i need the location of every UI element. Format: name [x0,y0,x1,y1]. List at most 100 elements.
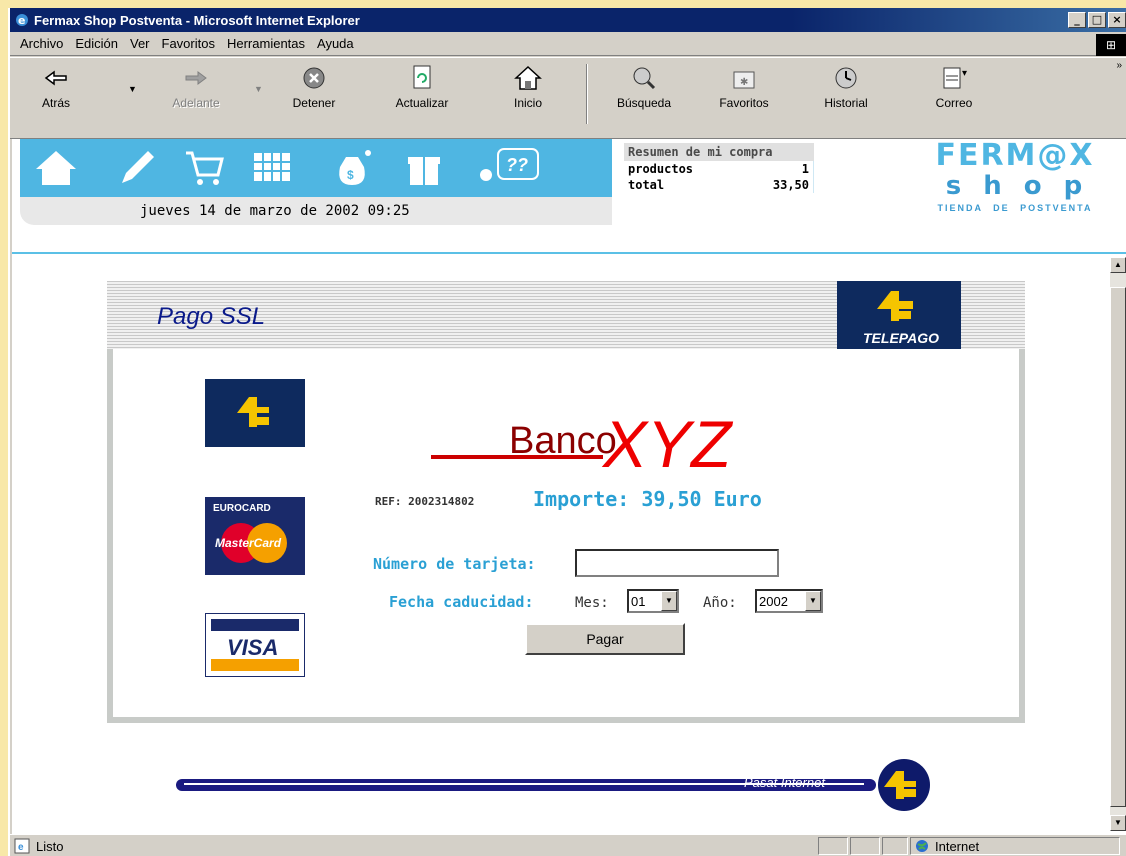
menu-edicion[interactable]: Edición [75,36,118,51]
pencil-icon[interactable] [114,145,158,189]
visa-text: VISA [227,635,278,660]
cart-total-row: total 33,50 [624,177,814,193]
home-icon[interactable] [34,145,78,189]
menu-favoritos[interactable]: Favoritos [162,36,215,51]
menu-ver[interactable]: Ver [130,36,150,51]
payment-reference: REF: 2002314802 [375,495,475,508]
svg-text:✱: ✱ [740,77,748,88]
products-value: 1 [801,162,809,176]
favorites-button[interactable]: ✱ Favoritos [704,64,784,110]
status-panel [850,837,880,855]
maximize-button[interactable]: □ [1088,12,1106,28]
pasat-footer-graphic: Pasat Internet [176,759,930,811]
status-text: Listo [36,838,64,854]
payment-panel: Pago SSL TELEPAGO EUROCARD MasterCard VI… [107,281,1025,723]
card-number-input[interactable] [575,549,779,577]
close-button[interactable]: × [1108,12,1126,28]
cart-summary: Resumen de mi compra productos 1 total 3… [624,143,824,211]
title-bar: e Fermax Shop Postventa - Microsoft Inte… [10,8,1126,32]
ie-logo-icon: e [16,14,28,27]
gift-icon[interactable] [402,145,446,189]
year-dropdown-icon[interactable]: ▼ [805,591,821,611]
toolbar-overflow-icon[interactable]: » [1116,60,1122,71]
mastercard-text: MasterCard [215,536,282,550]
back-label: Atrás [41,96,70,110]
telepago-symbol-icon: TELEPAGO [863,291,939,346]
vertical-scrollbar[interactable]: ▲ ▼ [1110,257,1126,831]
toolbar-separator [586,64,588,124]
menu-ayuda[interactable]: Ayuda [317,36,354,51]
pasat-card-logo [205,379,305,447]
zone-label: Internet [935,838,980,854]
scroll-thumb[interactable] [1110,287,1126,807]
shopping-cart-icon[interactable] [182,145,226,189]
brand-shop: shop [945,171,1105,201]
date-time: jueves 14 de marzo de 2002 09:25 [20,197,612,225]
forward-arrow-icon [185,71,207,85]
year-label: Año: [703,595,737,611]
home-button[interactable]: Inicio [488,64,568,110]
shop-header: $ ?? jueves 14 de marzo de 2002 09:25 Re… [12,139,1126,254]
bank-name-part1: Banco [509,420,617,462]
search-button[interactable]: Búsqueda [604,64,684,110]
status-panel [818,837,848,855]
month-select[interactable]: 01 ▼ [627,589,679,613]
money-bag-icon[interactable]: $ [332,145,376,189]
pay-button[interactable]: Pagar [525,623,685,655]
back-button[interactable]: Atrás [16,64,96,110]
payment-title: Pago SSL [157,303,266,330]
payment-amount: Importe: 39,50 Euro [533,487,762,511]
payment-header: Pago SSL TELEPAGO [107,281,1025,351]
page-icon: e [14,838,30,854]
status-bar: e Listo Internet [10,834,1126,856]
bank-logo-graphic: Banco XYZ [431,407,734,481]
forward-dropdown-icon[interactable]: ▼ [254,84,263,94]
minimize-button[interactable]: _ [1068,12,1086,28]
header-divider [12,252,1126,254]
page-viewport: $ ?? jueves 14 de marzo de 2002 09:25 Re… [12,139,1126,834]
svg-text:▾: ▾ [962,68,967,79]
month-label: Mes: [575,595,609,611]
brand-name: FERM@X [904,139,1126,173]
svg-text:??: ?? [506,155,528,175]
help-question-icon[interactable]: ?? [474,145,544,189]
refresh-label: Actualizar [395,96,449,110]
year-select[interactable]: 2002 ▼ [755,589,823,613]
status-panel [882,837,908,855]
forward-button[interactable]: Adelante [156,64,236,110]
card-number-label: Número de tarjeta: [373,555,536,573]
stop-button[interactable]: Detener [274,64,354,110]
mail-button[interactable]: ▾ Correo [914,64,994,110]
bank-logo: Banco XYZ [431,401,771,481]
pasat-symbol-icon [205,379,305,447]
mail-icon: ▾ [943,67,967,89]
scroll-down-icon[interactable]: ▼ [1110,815,1126,831]
telepago-text: TELEPAGO [863,330,939,346]
forward-label: Adelante [172,96,220,110]
year-value: 2002 [759,593,788,609]
visa-logo: VISA [204,612,306,678]
security-zone: Internet [910,837,1120,855]
shop-nav-band: $ ?? [20,139,612,197]
fermax-logo: FERM@X shop TIENDA DE POSTVENTA [904,139,1126,219]
svg-text:e: e [18,14,25,27]
refresh-button[interactable]: Actualizar [382,64,462,110]
catalog-grid-icon[interactable] [250,145,294,189]
telepago-logo: TELEPAGO [837,281,961,351]
month-dropdown-icon[interactable]: ▼ [661,591,677,611]
menu-archivo[interactable]: Archivo [20,36,63,51]
history-label: Historial [824,96,868,110]
svg-text:$: $ [347,168,354,182]
window-title: Fermax Shop Postventa - Microsoft Intern… [34,12,360,28]
search-globe-icon [633,67,656,90]
bank-name-part2: XYZ [601,407,734,481]
refresh-icon [413,65,431,89]
menu-herramientas[interactable]: Herramientas [227,36,305,51]
history-button[interactable]: Historial [806,64,886,110]
home-icon [514,65,542,90]
products-label: productos [628,162,694,176]
expiry-label: Fecha caducidad: [389,593,534,611]
mastercard-icon: EUROCARD MasterCard [205,497,305,575]
back-dropdown-icon[interactable]: ▼ [128,84,137,94]
scroll-up-icon[interactable]: ▲ [1110,257,1126,273]
